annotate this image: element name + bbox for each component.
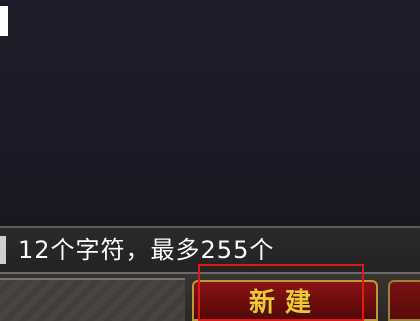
character-limit-hint: 12个字符，最多255个	[18, 236, 275, 264]
adjacent-button[interactable]	[388, 280, 420, 321]
stone-panel	[0, 278, 185, 321]
hint-left-edge	[0, 236, 6, 264]
new-button-label: 新建	[248, 288, 321, 318]
new-button[interactable]: 新建	[192, 280, 378, 321]
main-panel	[0, 0, 420, 227]
text-cursor	[0, 6, 8, 36]
game-screen: 12个字符，最多255个 新建	[0, 0, 420, 321]
